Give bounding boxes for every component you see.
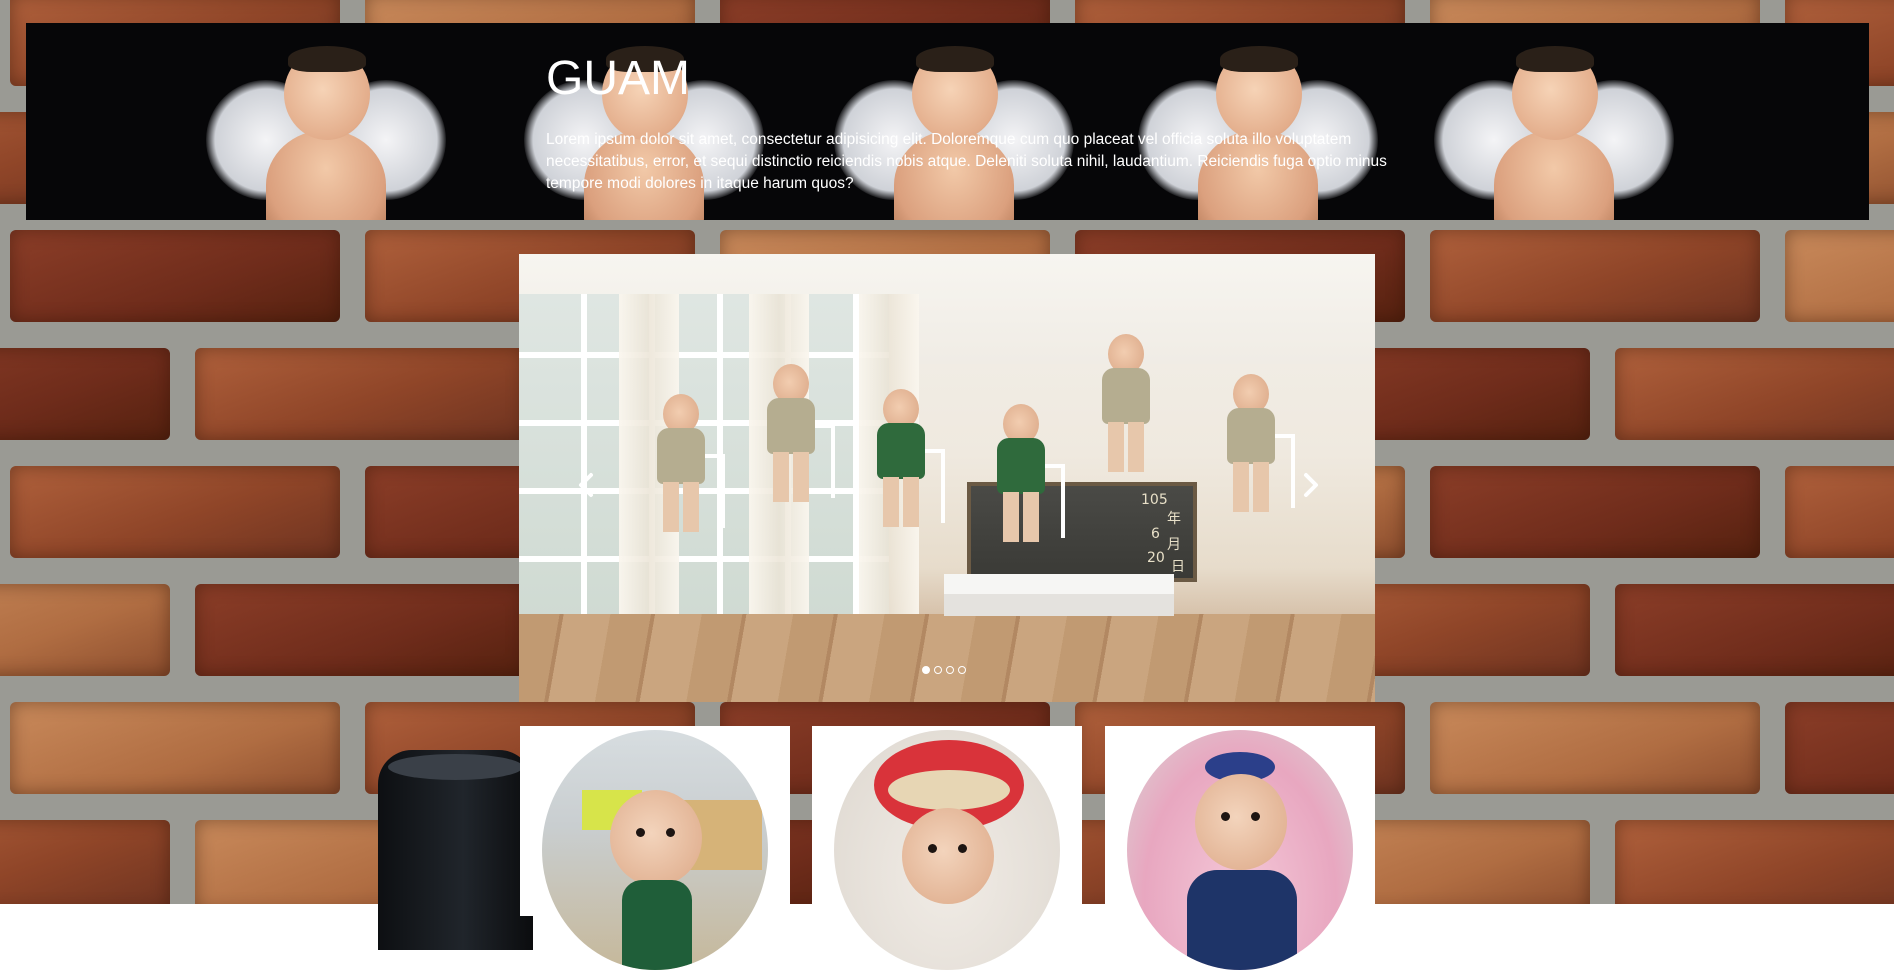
carousel-indicators [922,666,982,676]
chevron-left-icon [579,473,593,497]
carousel-indicator-3[interactable] [946,666,954,674]
carousel-indicator-1[interactable] [922,666,930,674]
flying-kid-4 [989,404,1065,554]
coffee-mug-image [378,750,533,950]
angel-baby-image-1 [206,30,446,220]
wooden-floor [519,614,1375,702]
flying-kid-3 [869,389,945,539]
baby-photo-3 [1127,730,1353,970]
carousel-indicator-2[interactable] [934,666,942,674]
baby-photo-1 [542,730,768,970]
angel-baby-image-5 [1434,30,1674,220]
flying-kid-5 [1094,334,1158,484]
page-title: GUAM [546,52,690,105]
header-description: Lorem ipsum dolor sit amet, consectetur … [546,131,1387,192]
header-banner: GUAM Lorem ipsum dolor sit amet, consect… [26,23,1869,220]
thumbnail-card-3[interactable] [1105,726,1375,970]
flying-kid-6 [1219,374,1295,524]
thumbnail-card-1[interactable] [520,726,790,970]
flying-kid-2 [759,364,835,514]
chevron-right-icon [1304,473,1318,497]
carousel-indicator-4[interactable] [958,666,966,674]
carousel-next-button[interactable] [1295,470,1325,500]
photo-carousel[interactable]: 105 年 6 月 20 日 [519,254,1375,702]
carousel-prev-button[interactable] [572,470,602,500]
baby-photo-2 [834,730,1060,970]
thumbnail-card-2[interactable] [812,726,1082,970]
flying-kid-1 [649,394,725,544]
